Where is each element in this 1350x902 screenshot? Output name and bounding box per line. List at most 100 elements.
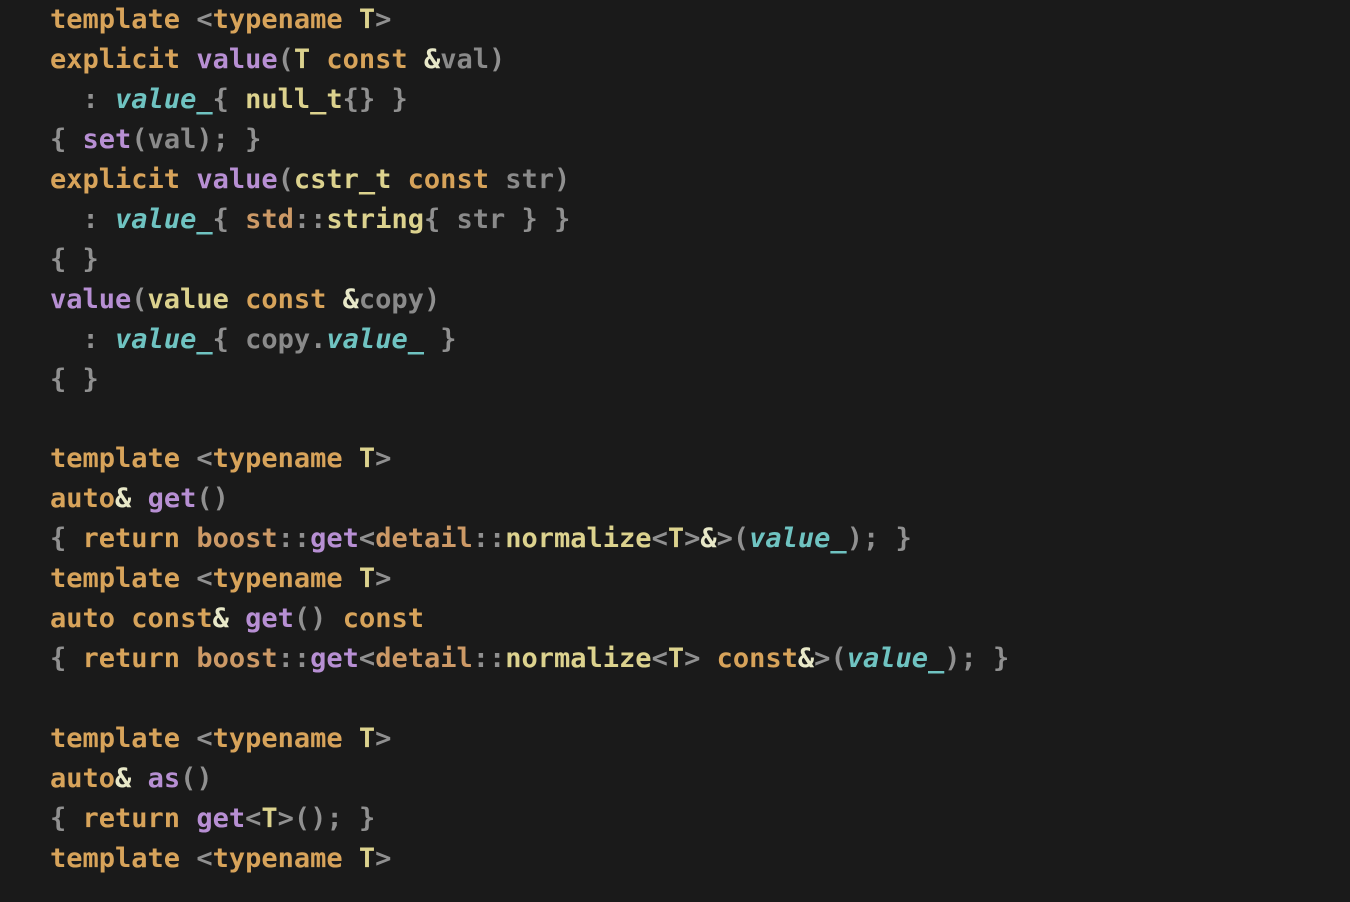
rbrace: } [83, 244, 99, 275]
lparen: ( [131, 284, 147, 315]
type-cstr_t: cstr_t [294, 164, 392, 195]
amp: & [115, 763, 131, 794]
rbrace: } [896, 523, 912, 554]
rbrace: } [522, 204, 538, 235]
lt: < [196, 4, 212, 35]
type-T: T [359, 443, 375, 474]
param-val: val [440, 44, 489, 75]
rbrace: } [83, 364, 99, 395]
amp: & [213, 603, 229, 634]
rparen: ) [310, 803, 326, 834]
lt: < [245, 803, 261, 834]
line: { } [50, 244, 99, 275]
lbrace: { [50, 364, 66, 395]
lparen: ( [733, 523, 749, 554]
rbrace: } [554, 204, 570, 235]
param-str: str [457, 204, 506, 235]
ctor-value: value [50, 284, 131, 315]
lbrace: { [50, 244, 66, 275]
lt: < [652, 643, 668, 674]
kw-return: return [83, 643, 181, 674]
line: value(value const &copy) [50, 284, 440, 315]
kw-typename: typename [213, 443, 343, 474]
lt: < [196, 563, 212, 594]
line: { return get<T>(); } [50, 803, 375, 834]
type-normalize: normalize [505, 643, 651, 674]
type-T: T [668, 643, 684, 674]
colon: : [83, 204, 99, 235]
line: template <typename T> [50, 843, 391, 874]
fn-get: get [196, 803, 245, 834]
line: : value_{ null_t{} } [50, 84, 408, 115]
type-T: T [261, 803, 277, 834]
lbrace: { [50, 643, 66, 674]
dcolon: :: [473, 523, 506, 554]
member-value_: value_ [847, 643, 945, 674]
dcolon: :: [278, 523, 311, 554]
line: template <typename T> [50, 443, 391, 474]
rparen: ) [489, 44, 505, 75]
kw-auto: auto [50, 603, 115, 634]
lbrace: { [424, 204, 440, 235]
kw-auto: auto [50, 483, 115, 514]
kw-explicit: explicit [50, 44, 180, 75]
lparen: ( [196, 483, 212, 514]
type-string: string [326, 204, 424, 235]
amp: & [424, 44, 440, 75]
line: auto const& get() const [50, 603, 424, 634]
kw-template: template [50, 723, 180, 754]
lbrace: { [50, 523, 66, 554]
kw-const: const [343, 603, 424, 634]
fn-get: get [245, 603, 294, 634]
param-val: val [148, 124, 197, 155]
line: explicit value(cstr_t const str) [50, 164, 570, 195]
rbrace: } [993, 643, 1009, 674]
rbrace: } [359, 84, 375, 115]
kw-template: template [50, 843, 180, 874]
type-T: T [359, 723, 375, 754]
lbrace: { [50, 124, 66, 155]
amp: & [700, 523, 716, 554]
line: template <typename T> [50, 4, 391, 35]
kw-typename: typename [213, 563, 343, 594]
rparen: ) [944, 643, 960, 674]
ns-std: std [245, 204, 294, 235]
gt: > [375, 563, 391, 594]
kw-return: return [83, 803, 181, 834]
semi: ; [213, 124, 229, 155]
lt: < [359, 523, 375, 554]
gt: > [717, 523, 733, 554]
dcolon: :: [278, 643, 311, 674]
colon: : [83, 84, 99, 115]
amp: & [798, 643, 814, 674]
member-value_: value_ [115, 324, 213, 355]
param-copy: copy [359, 284, 424, 315]
lparen: ( [278, 44, 294, 75]
gt: > [684, 523, 700, 554]
type-T: T [359, 563, 375, 594]
lt: < [196, 723, 212, 754]
gt: > [684, 643, 700, 674]
dcolon: :: [294, 204, 327, 235]
rparen: ) [424, 284, 440, 315]
line: { set(val); } [50, 124, 261, 155]
gt: > [375, 4, 391, 35]
kw-const: const [131, 603, 212, 634]
kw-const: const [717, 643, 798, 674]
lbrace: { [213, 204, 229, 235]
semi: ; [863, 523, 879, 554]
member-value_: value_ [115, 84, 213, 115]
lparen: ( [278, 164, 294, 195]
kw-typename: typename [213, 843, 343, 874]
blank-line [50, 404, 66, 435]
type-value: value [148, 284, 229, 315]
rparen: ) [196, 124, 212, 155]
lparen: ( [294, 603, 310, 634]
ns-detail: detail [375, 643, 473, 674]
rbrace: } [359, 803, 375, 834]
ns-boost: boost [196, 523, 277, 554]
rparen: ) [554, 164, 570, 195]
param-copy: copy [245, 324, 310, 355]
rparen: ) [847, 523, 863, 554]
type-null_t: null_t [245, 84, 343, 115]
